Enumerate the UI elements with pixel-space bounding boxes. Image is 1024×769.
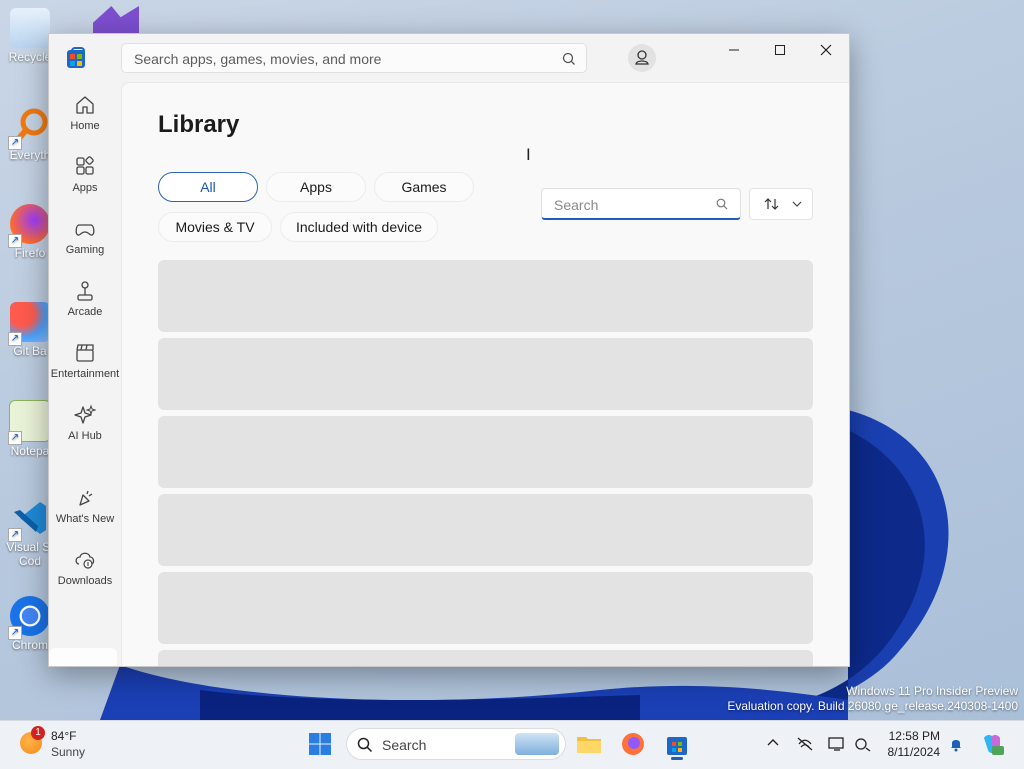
sidebar-item-label: Arcade [67, 306, 103, 318]
notepad-plus-plus-icon: ↗ [8, 400, 51, 445]
shortcut-arrow-icon: ↗ [8, 332, 22, 346]
minimize-button[interactable] [711, 34, 757, 66]
loading-row [158, 260, 813, 332]
sidebar-item-label: Gaming [65, 244, 105, 256]
firefox-icon: ↗ [8, 204, 50, 248]
account-icon [635, 50, 649, 65]
close-button[interactable] [803, 34, 849, 66]
microsoft-store-logo-icon [67, 47, 85, 68]
shortcut-arrow-icon: ↗ [8, 234, 22, 248]
shortcut-arrow-icon: ↗ [8, 136, 22, 150]
sidebar-item-gaming[interactable]: Gaming [49, 218, 121, 274]
weather-alert-badge: 1 [31, 726, 45, 740]
sidebar-item-downloads[interactable]: Downloads [49, 549, 121, 605]
loading-row [158, 650, 813, 666]
search-highlight-image [515, 733, 559, 755]
filter-included-with-device[interactable]: Included with device [280, 212, 438, 242]
sidebar-item-label: Home [70, 120, 100, 132]
sidebar-item-apps[interactable]: Apps [49, 156, 121, 212]
loading-row [158, 572, 813, 644]
sidebar-item-label: What's New [55, 513, 115, 525]
taskbar-search-label: Search [382, 737, 427, 753]
maximize-button[interactable] [757, 34, 803, 66]
search-icon [357, 737, 373, 753]
display-icon[interactable] [828, 736, 846, 752]
filter-movies-tv[interactable]: Movies & TV [158, 212, 272, 242]
filter-all[interactable]: All [158, 172, 258, 202]
copilot-icon[interactable] [980, 732, 1004, 756]
filter-apps[interactable]: Apps [266, 172, 366, 202]
library-search-box[interactable] [541, 188, 741, 220]
shortcut-arrow-icon: ↗ [8, 528, 22, 542]
clock[interactable]: 12:58 PM 8/11/2024 [880, 728, 941, 760]
sidebar-item-home[interactable]: Home [49, 94, 121, 150]
loading-row [158, 416, 813, 488]
git-bash-icon: ↗ [8, 302, 50, 346]
vscode-icon: ↗ [8, 498, 50, 542]
whats-new-icon [79, 490, 93, 506]
search-icon[interactable] [716, 198, 728, 210]
sidebar-item-label: Downloads [57, 575, 113, 587]
chevron-down-icon [792, 201, 802, 207]
sidebar-item-entertainment[interactable]: Entertainment [49, 342, 121, 398]
sidebar-item-label: Apps [72, 182, 98, 194]
minimize-icon [729, 49, 739, 51]
running-indicator [671, 757, 683, 760]
sidebar-item-arcade[interactable]: Arcade [49, 280, 121, 336]
library-search-input[interactable] [552, 196, 716, 214]
sort-button[interactable] [749, 188, 813, 220]
windows-watermark: Windows 11 Pro Insider Preview Evaluatio… [727, 684, 1018, 714]
sidebar-item-label: Entertainment [50, 368, 120, 380]
account-button[interactable] [628, 44, 656, 72]
text-cursor-icon: I [526, 145, 531, 164]
watermark-line-2: Evaluation copy. Build 26080.ge_release.… [727, 699, 1018, 713]
downloads-icon [75, 552, 95, 569]
everything-icon: ↗ [8, 106, 50, 150]
sidebar-item-label: AI Hub [68, 430, 102, 442]
sidebar-item-library[interactable] [49, 648, 117, 666]
watermark-line-1: Windows 11 Pro Insider Preview [846, 684, 1018, 698]
loading-row [158, 494, 813, 566]
sidebar: Home Apps Gaming Arcade Entertainment AI… [49, 82, 121, 666]
store-search-box[interactable] [121, 43, 587, 73]
weather-temperature[interactable]: 84°F [51, 729, 76, 743]
clock-date: 8/11/2024 [887, 745, 941, 759]
microsoft-store-window: Home Apps Gaming Arcade Entertainment AI… [48, 33, 850, 667]
clapperboard-icon [76, 344, 94, 362]
start-button-windows-icon[interactable] [308, 732, 332, 756]
filter-games[interactable]: Games [374, 172, 474, 202]
clock-time: 12:58 PM [888, 729, 940, 743]
home-icon [76, 96, 94, 114]
accessibility-icon[interactable] [854, 736, 872, 752]
title-bar[interactable] [49, 34, 849, 82]
weather-condition[interactable]: Sunny [51, 745, 85, 759]
store-search-input[interactable] [132, 50, 556, 68]
gamepad-icon [75, 224, 95, 236]
shortcut-arrow-icon: ↗ [8, 431, 22, 445]
chevron-up-icon[interactable] [766, 736, 780, 750]
joystick-icon [77, 281, 93, 301]
network-off-icon[interactable] [796, 736, 814, 752]
recycle-bin-icon [10, 8, 50, 48]
search-icon[interactable] [562, 52, 576, 66]
microsoft-store-icon[interactable] [663, 730, 691, 760]
sparkle-icon [74, 404, 96, 424]
close-icon [820, 44, 832, 56]
notification-bell-icon[interactable] [948, 736, 964, 752]
sidebar-item-ai-hub[interactable]: AI Hub [49, 404, 121, 460]
file-explorer-icon[interactable] [575, 730, 603, 758]
apps-icon [76, 156, 94, 175]
sort-icon [764, 198, 779, 210]
firefox-icon[interactable] [619, 730, 647, 758]
chrome-icon: ↗ [8, 596, 50, 640]
page-title: Library [158, 111, 240, 138]
shortcut-arrow-icon: ↗ [8, 626, 22, 640]
sidebar-item-whats-new[interactable]: What's New [49, 487, 121, 543]
loading-row [158, 338, 813, 410]
taskbar-search-box[interactable]: Search [346, 728, 566, 760]
library-page: Library All Apps Games Movies & TV Inclu… [121, 82, 849, 666]
maximize-icon [775, 45, 785, 55]
